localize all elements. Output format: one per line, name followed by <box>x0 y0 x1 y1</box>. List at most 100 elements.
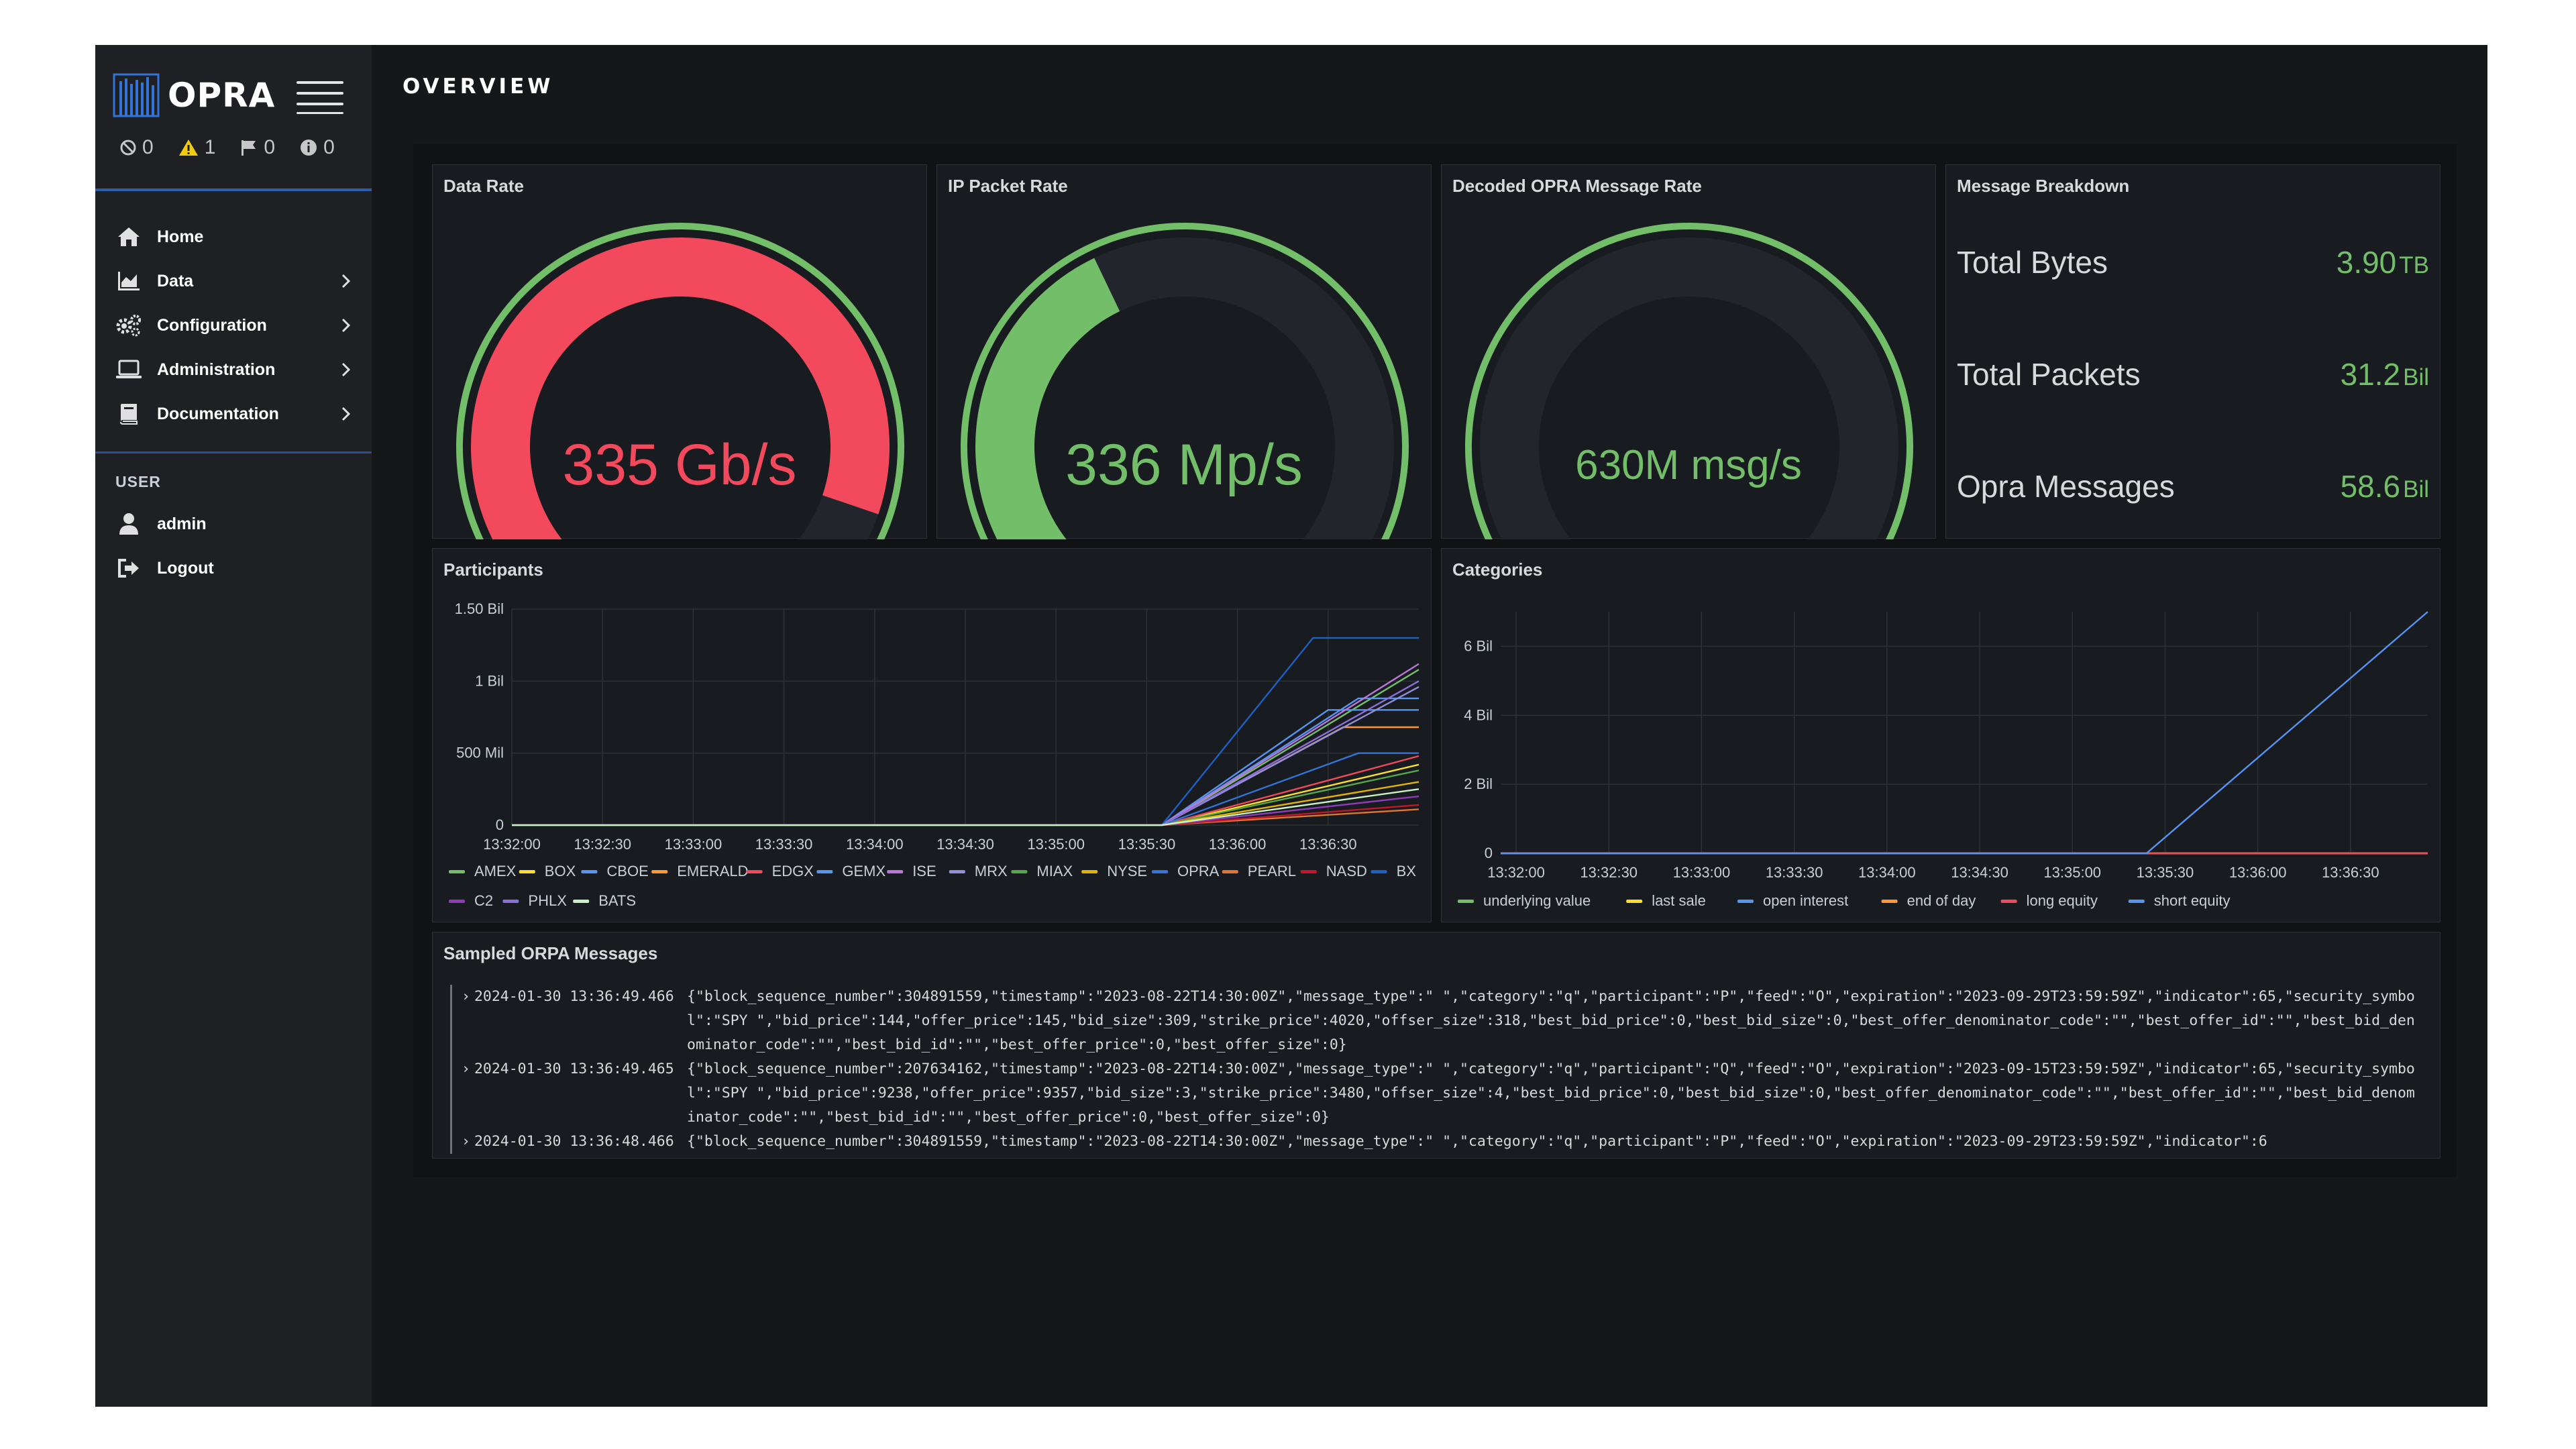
legend-item-last-sale[interactable]: last sale <box>1652 892 1706 909</box>
legend-item-phlx[interactable]: PHLX <box>528 892 567 909</box>
legend-swatch <box>746 870 763 873</box>
legend-item-cboe[interactable]: CBOE <box>606 863 648 879</box>
legend-item-mrx[interactable]: MRX <box>975 863 1008 879</box>
legend-item-short-equity[interactable]: short equity <box>2154 892 2231 909</box>
x-tick-label: 13:35:30 <box>2137 864 2194 881</box>
legend-item-opra[interactable]: OPRA <box>1177 863 1220 879</box>
legend-swatch <box>519 870 535 873</box>
nav-label: Administration <box>157 360 276 379</box>
categories-chart: 0 2 Bil 4 Bil 6 Bil 13:32:00 13:32:30 13:33:00… <box>1458 611 2428 909</box>
nav-item-configuration[interactable]: Configuration <box>115 307 364 344</box>
y-tick-label: 1 Bil <box>475 672 504 689</box>
stat-label: Opra Messages <box>1957 469 2175 504</box>
legend-item-amex[interactable]: AMEX <box>474 863 517 879</box>
panel-categories[interactable]: Categories 02 Bil 4 Bil 6 Bil 13:32:00 13:32… <box>1441 548 2440 922</box>
page-title: OVERVIEW <box>402 74 554 99</box>
gauge-fill <box>471 237 890 539</box>
legend-swatch <box>449 870 465 873</box>
x-tick-label: 13:32:00 <box>1487 864 1545 881</box>
panel-data-rate[interactable]: Data Rate 335 Gb/s <box>432 164 927 539</box>
app-window: OPRA 0 1 0 0 Home Data Configuration Adm… <box>95 45 2487 1407</box>
legend-swatch <box>581 870 598 873</box>
legend-swatch <box>1152 870 1168 873</box>
y-tick-label: 0 <box>496 816 504 833</box>
alert-flag[interactable]: 0 <box>239 136 275 159</box>
legend-item-miax[interactable]: MIAX <box>1036 863 1073 879</box>
panel-message-breakdown[interactable]: Message Breakdown Total Bytes 3.90 TB Tot… <box>1945 164 2440 539</box>
panel-participants[interactable]: Participants 0 500 Mil 1 Bil 1.50 Bil 13:32:… <box>432 548 1432 922</box>
nav-item-logout[interactable]: Logout <box>115 549 364 587</box>
legend-item-gemx[interactable]: GEMX <box>842 863 885 879</box>
log-entry[interactable]: › 2024-01-30 13:36:48.466 {"block_sequenc… <box>450 1130 2420 1154</box>
legend-item-box[interactable]: BOX <box>545 863 576 879</box>
gauge-value: 630M msg/s <box>1575 442 1802 488</box>
gauge-value: 335 Gb/s <box>562 433 797 497</box>
chevron-right-icon <box>341 274 351 288</box>
sidebar-divider <box>95 451 372 453</box>
panel-ip-packet-rate[interactable]: IP Packet Rate 336 Mp/s <box>936 164 1432 539</box>
alert-blocked[interactable]: 0 <box>119 136 154 159</box>
x-tick-label: 13:33:00 <box>665 836 722 853</box>
legend-swatch <box>449 900 465 903</box>
stat-label: Total Packets <box>1957 357 2141 392</box>
panel-sampled-messages[interactable]: Sampled ORPA Messages › 2024-01-30 13:36:… <box>432 932 2440 1159</box>
y-tick-label: 4 Bil <box>1464 706 1493 723</box>
x-tick-label: 13:36:30 <box>1299 836 1357 853</box>
legend-item-nyse[interactable]: NYSE <box>1107 863 1147 879</box>
log-entry[interactable]: › 2024-01-30 13:36:49.465 {"block_sequenc… <box>450 1057 2420 1130</box>
legend-swatch <box>573 900 590 903</box>
home-icon <box>115 223 142 250</box>
legend-item-underlying-value[interactable]: underlying value <box>1483 892 1591 909</box>
stat-value: 58.6 <box>2340 469 2401 504</box>
stat-value: 31.2 <box>2340 357 2401 392</box>
log-message: {"block_sequence_number":304891559,"time… <box>687 988 2415 1053</box>
x-tick-label: 13:34:30 <box>936 836 994 853</box>
hamburger-menu-icon[interactable] <box>297 78 343 114</box>
x-tick-label: 13:34:30 <box>1951 864 2008 881</box>
panel-title: Message Breakdown <box>1957 176 2130 196</box>
x-tick-label: 13:34:00 <box>846 836 904 853</box>
nav-label: admin <box>157 514 207 533</box>
legend-swatch <box>502 900 519 903</box>
chevron-right-icon: › <box>462 1061 470 1077</box>
warning-icon <box>178 140 198 156</box>
nav-item-admin-user[interactable]: admin <box>115 505 364 543</box>
legend-swatch <box>1300 870 1317 873</box>
alert-info[interactable]: 0 <box>299 136 335 159</box>
alert-warning[interactable]: 1 <box>178 136 215 159</box>
legend-swatch <box>1011 870 1028 873</box>
panel-decoded-opra-rate[interactable]: Decoded OPRA Message Rate 630M msg/s <box>1441 164 1936 539</box>
legend-item-ise[interactable]: ISE <box>912 863 936 879</box>
legend-item-bx[interactable]: BX <box>1397 863 1417 879</box>
legend-item-long-equity[interactable]: long equity <box>2027 892 2098 909</box>
legend-item-c2[interactable]: C2 <box>474 892 493 909</box>
nav-item-data[interactable]: Data <box>115 262 364 300</box>
legend-item-end-of-day[interactable]: end of day <box>1907 892 1976 909</box>
legend-item-bats[interactable]: BATS <box>598 892 636 909</box>
x-tick-label: 13:32:30 <box>574 836 631 853</box>
stat-opra-messages: Opra Messages 58.6 Bil <box>1957 463 2429 510</box>
nav-item-documentation[interactable]: Documentation <box>115 395 364 433</box>
log-timestamp: 2024-01-30 13:36:49.466 <box>474 988 674 1005</box>
chevron-right-icon: › <box>462 1133 470 1150</box>
logout-icon <box>115 555 142 582</box>
log-entry[interactable]: › 2024-01-30 13:36:49.466 {"block_sequenc… <box>450 985 2420 1057</box>
nav-item-administration[interactable]: Administration <box>115 351 364 388</box>
legend-swatch <box>1222 870 1238 873</box>
nav-item-home[interactable]: Home <box>115 218 364 256</box>
legend-item-edgx[interactable]: EDGX <box>772 863 814 879</box>
x-tick-label: 13:36:00 <box>1209 836 1267 853</box>
legend-item-nasd[interactable]: NASD <box>1326 863 1367 879</box>
logo[interactable]: OPRA <box>113 72 275 119</box>
legend-item-pearl[interactable]: PEARL <box>1248 863 1296 879</box>
sidebar: OPRA 0 1 0 0 Home Data Configuration Adm… <box>95 45 372 1407</box>
user-section-heading: USER <box>115 473 161 490</box>
x-tick-label: 13:32:00 <box>483 836 541 853</box>
chevron-right-icon <box>341 362 351 377</box>
log-timestamp: 2024-01-30 13:36:48.466 <box>474 1133 674 1150</box>
legend-swatch <box>651 870 668 873</box>
brand-name: OPRA <box>168 76 276 115</box>
legend-item-open-interest[interactable]: open interest <box>1763 892 1848 909</box>
legend-swatch <box>887 870 904 873</box>
legend-item-emerald[interactable]: EMERALD <box>677 863 748 879</box>
